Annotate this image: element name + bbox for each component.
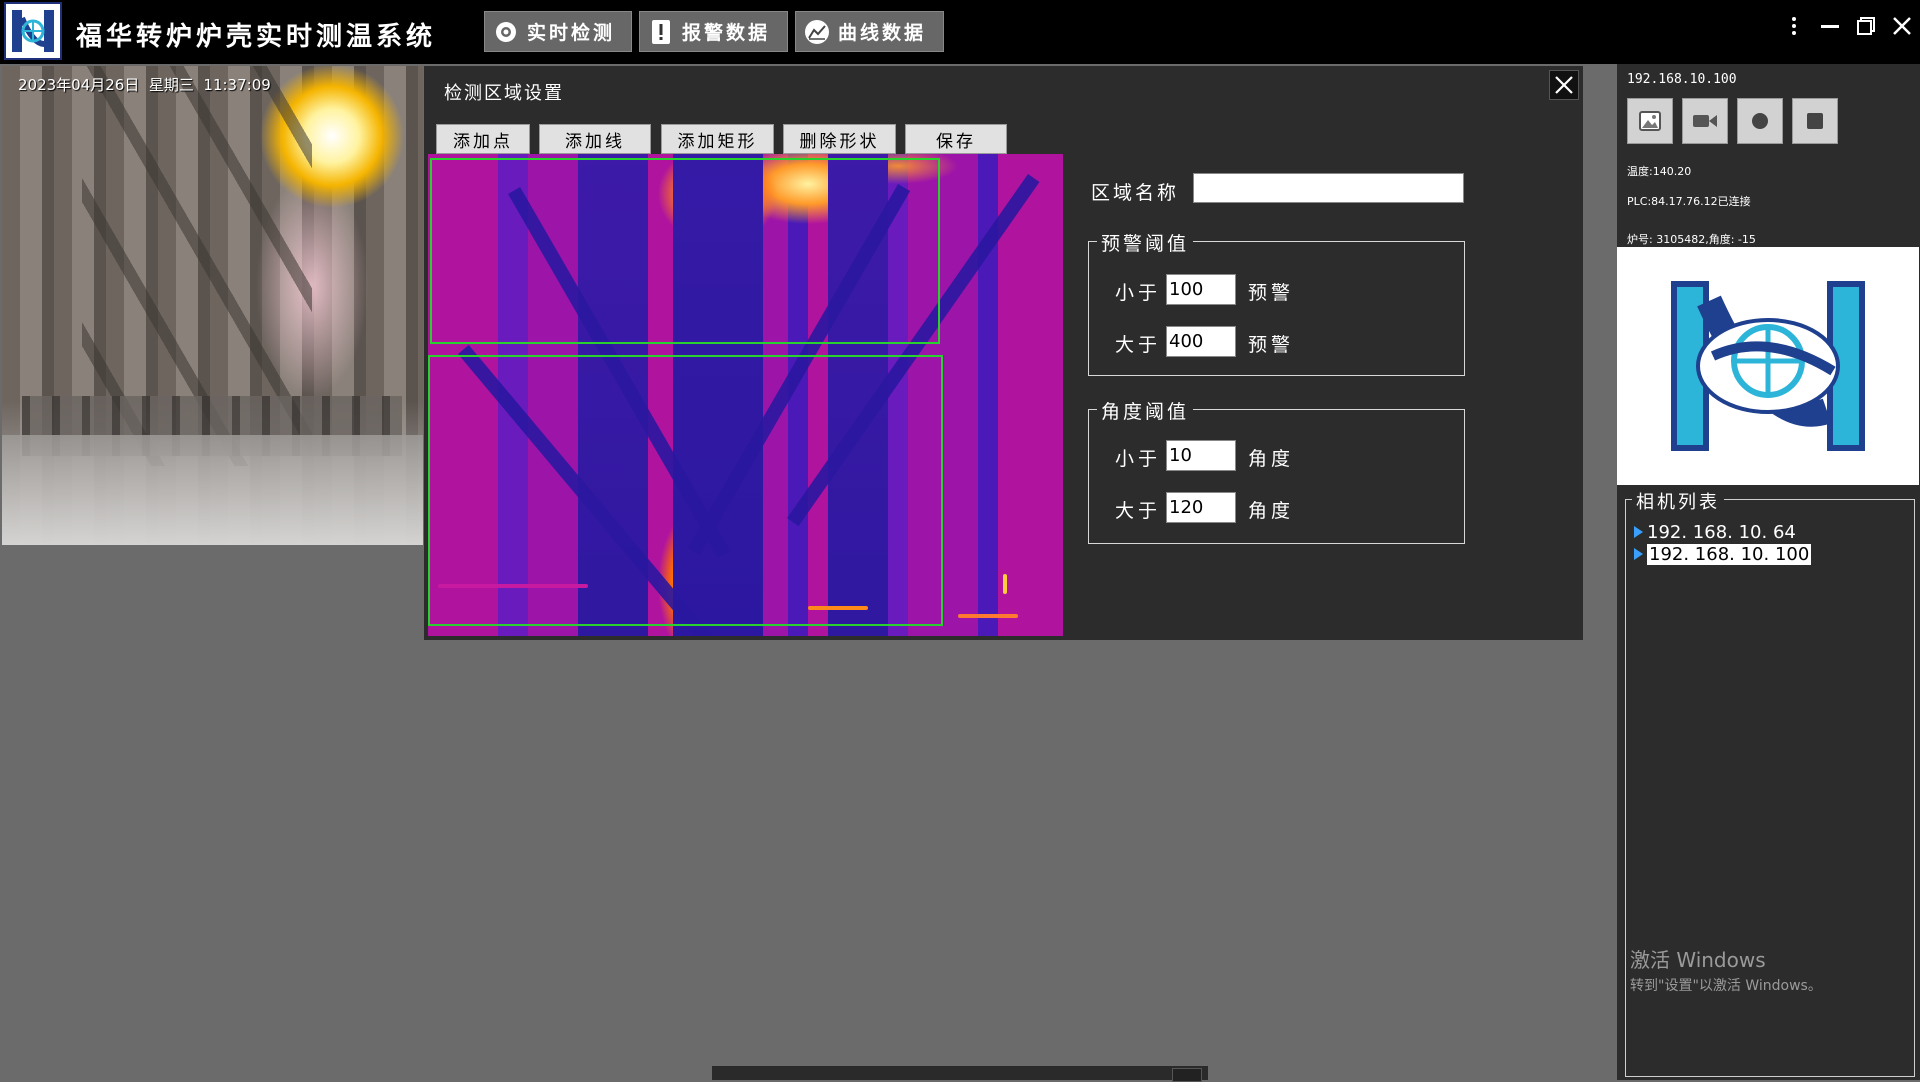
- camera-list-item[interactable]: 192. 168. 10. 64: [1634, 521, 1796, 543]
- unit-label: 预警: [1248, 334, 1295, 356]
- nav-curve-button[interactable]: 曲线数据: [795, 11, 944, 52]
- angle-max-input[interactable]: [1166, 492, 1236, 523]
- camera-list-item[interactable]: 192. 168. 10. 100: [1634, 543, 1812, 565]
- stop-button[interactable]: [1792, 98, 1838, 144]
- greater-than-label: 大于: [1115, 500, 1162, 522]
- thermal-image-canvas[interactable]: [428, 154, 1063, 636]
- warning-threshold-group: 预警阈值 小于 预警 大于 预警: [1088, 229, 1465, 376]
- expand-arrow-icon: [1634, 548, 1643, 560]
- nav-label: 实时检测: [527, 22, 616, 44]
- line-chart-icon: [804, 19, 830, 45]
- alert-icon: [648, 19, 674, 45]
- unit-label: 预警: [1248, 282, 1295, 304]
- camera-list-title: 相机列表: [1632, 488, 1724, 514]
- top-bar: 福华转炉炉壳实时测温系统 实时检测 报警数据 曲线数据: [0, 0, 1920, 64]
- expand-arrow-icon: [1634, 526, 1643, 538]
- add-point-button[interactable]: 添加点: [436, 124, 530, 154]
- unit-label: 角度: [1248, 448, 1295, 470]
- warning-max-input[interactable]: [1166, 326, 1236, 357]
- group-title: 预警阈值: [1097, 229, 1194, 256]
- nav-alarm-button[interactable]: 报警数据: [639, 11, 788, 52]
- live-video-view[interactable]: 2023年04月26日 星期三 11:37:09: [2, 66, 423, 545]
- delete-shape-button[interactable]: 删除形状: [783, 124, 896, 154]
- image-icon: [1639, 111, 1661, 131]
- roi-rectangle[interactable]: [428, 355, 943, 626]
- angle-min-input[interactable]: [1166, 440, 1236, 471]
- add-line-button[interactable]: 添加线: [539, 124, 651, 154]
- dialog-close-button[interactable]: [1549, 70, 1579, 100]
- angle-threshold-group: 角度阈值 小于 角度 大于 角度: [1088, 397, 1465, 544]
- group-title: 角度阈值: [1097, 397, 1194, 424]
- window-controls: [1776, 10, 1920, 42]
- add-rectangle-button[interactable]: 添加矩形: [661, 124, 774, 154]
- furnace-info: 炉号: 3105482,角度: -15: [1627, 233, 1756, 246]
- video-button[interactable]: [1682, 98, 1728, 144]
- stop-icon: [1807, 113, 1823, 129]
- zone-name-label: 区域名称: [1091, 182, 1180, 204]
- camera-lens-icon: [493, 19, 519, 45]
- camera-ip-label: 192.168.10.100: [1627, 72, 1737, 87]
- greater-than-label: 大于: [1115, 334, 1162, 356]
- nav-label: 曲线数据: [838, 22, 927, 44]
- right-panel: 192.168.10.100 温度:140.20 PLC:84.17.76.12…: [1617, 64, 1920, 1080]
- minimize-icon[interactable]: [1812, 10, 1848, 42]
- detection-zone-dialog: 检测区域设置 添加点 添加线 添加矩形 删除形状 保存 区域名称 预警阈值 小于…: [424, 66, 1583, 640]
- watermark-line1: 激活 Windows: [1630, 948, 1766, 972]
- camera-ip: 192. 168. 10. 64: [1647, 521, 1796, 543]
- save-button[interactable]: 保存: [905, 124, 1007, 154]
- nav-label: 报警数据: [682, 22, 771, 44]
- camera-ip: 192. 168. 10. 100: [1647, 543, 1812, 565]
- company-logo: [1617, 247, 1919, 485]
- zone-name-input[interactable]: [1193, 173, 1464, 203]
- plc-status: PLC:84.17.76.12已连接: [1627, 195, 1751, 208]
- less-than-label: 小于: [1115, 448, 1162, 470]
- more-icon[interactable]: [1776, 10, 1812, 42]
- app-title: 福华转炉炉壳实时测温系统: [76, 22, 437, 52]
- maximize-icon[interactable]: [1848, 10, 1884, 42]
- video-camera-icon: [1693, 115, 1717, 127]
- roi-rectangle[interactable]: [430, 158, 940, 344]
- unit-label: 角度: [1248, 500, 1295, 522]
- close-icon: [1555, 76, 1573, 94]
- snapshot-button[interactable]: [1627, 98, 1673, 144]
- temperature-readout: 温度:140.20: [1627, 165, 1692, 178]
- windows-activation-watermark: 激活 Windows 转到"设置"以激活 Windows。: [1630, 944, 1822, 995]
- bottom-dock: [712, 1066, 1208, 1082]
- record-button[interactable]: [1737, 98, 1783, 144]
- less-than-label: 小于: [1115, 282, 1162, 304]
- video-timestamp: 2023年04月26日 星期三 11:37:09: [18, 76, 271, 94]
- record-icon: [1752, 113, 1768, 129]
- dialog-title: 检测区域设置: [444, 83, 564, 104]
- close-icon[interactable]: [1884, 10, 1920, 42]
- nav-realtime-button[interactable]: 实时检测: [484, 11, 632, 52]
- app-logo: [4, 2, 62, 60]
- watermark-line2: 转到"设置"以激活 Windows。: [1630, 978, 1822, 994]
- warning-min-input[interactable]: [1166, 274, 1236, 305]
